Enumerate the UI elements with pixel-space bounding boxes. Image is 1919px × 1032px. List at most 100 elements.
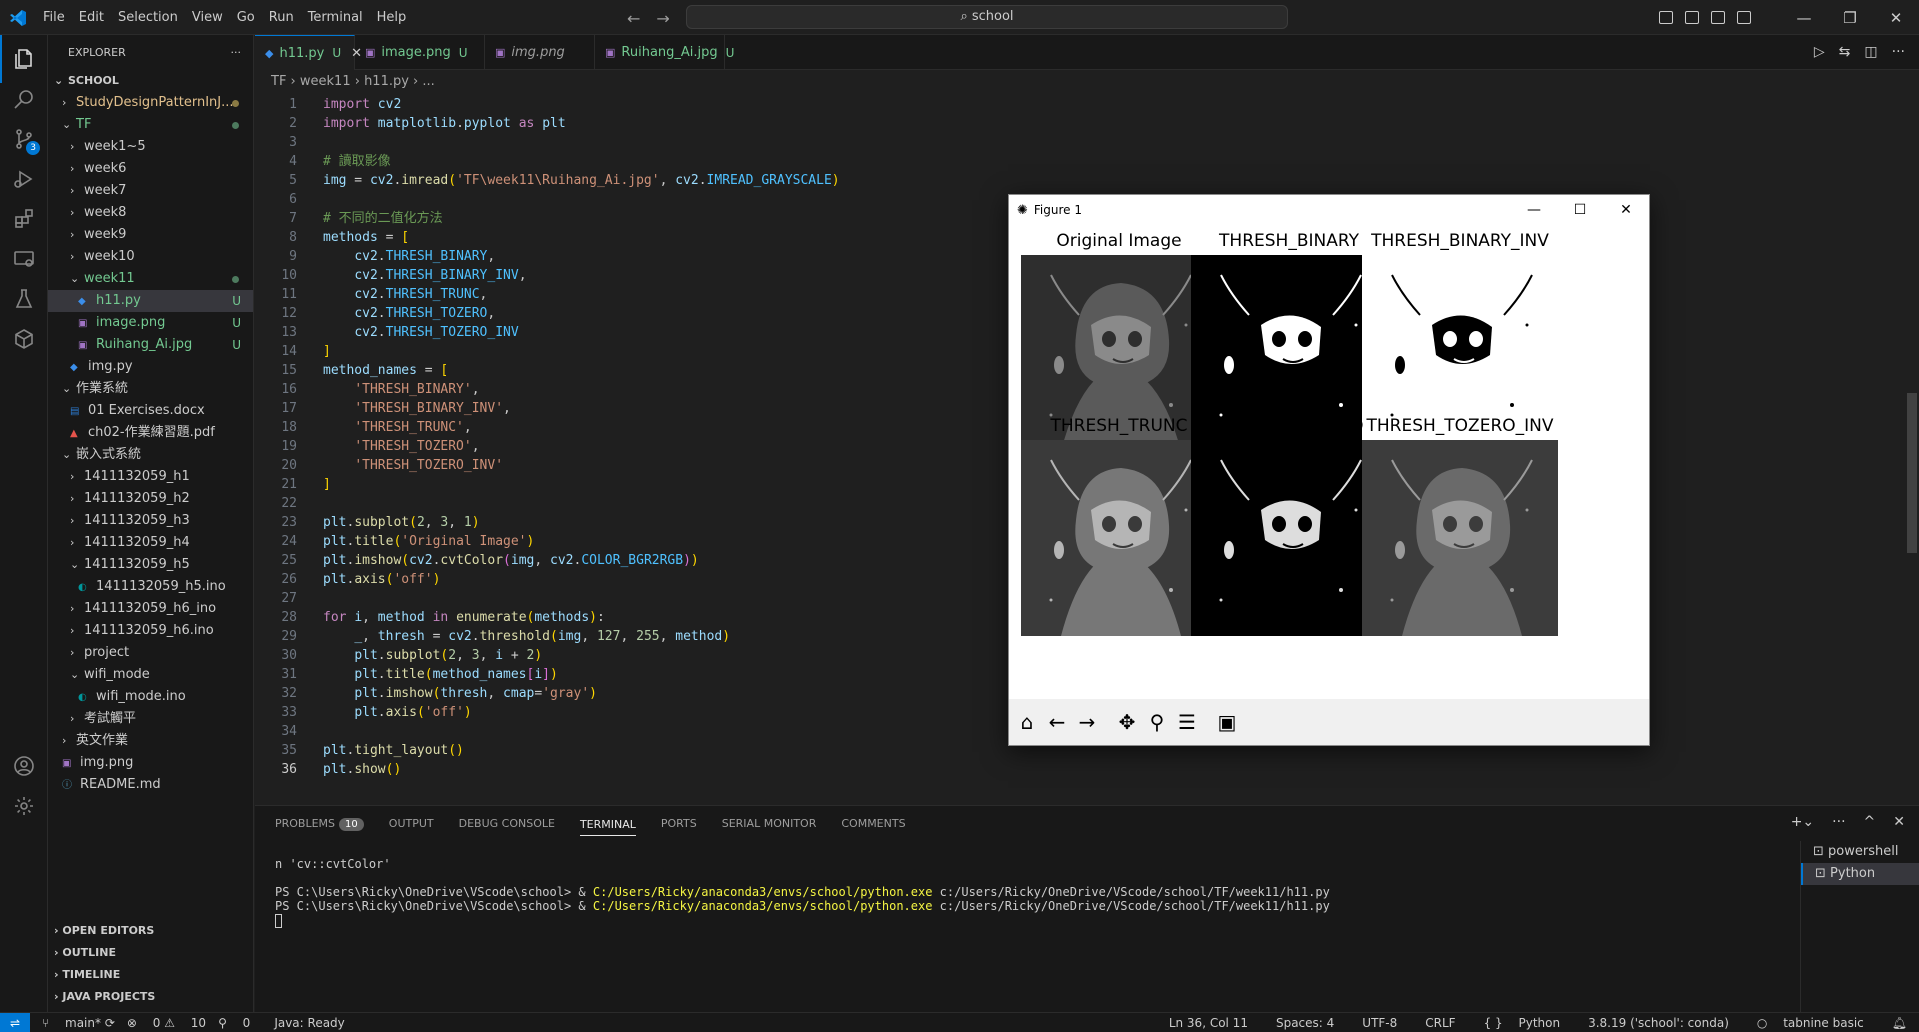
file-item[interactable]: ◐ wifi_mode.ino [48,686,253,708]
sidebar-section[interactable]: › OUTLINE [48,942,254,964]
code-line[interactable]: # 不同的二值化方法 [323,209,443,228]
menu-item-edit[interactable]: Edit [72,0,111,35]
terminal-output[interactable]: n 'cv::cvtColor' PS C:\Users\Ricky\OneDri… [275,856,1330,928]
workspace-root[interactable]: ⌄ SCHOOL [48,70,253,92]
maximize-panel-icon[interactable]: ^ [1864,814,1876,830]
editor-tab[interactable]: ▣ Ruihang_Ai.jpg U [595,35,734,70]
toggle-sidebar-icon[interactable] [1659,11,1673,24]
file-item[interactable]: ◆ h11.py U [48,290,253,312]
code-line[interactable]: plt.show() [323,760,401,779]
file-item[interactable]: ▤ 01 Exercises.docx [48,400,253,422]
code-line[interactable]: ] [323,475,331,494]
code-line[interactable]: plt.axis('off') [323,703,471,722]
back-icon[interactable]: ← [1045,710,1069,734]
folder-item[interactable]: ⌄ week11 [48,268,253,290]
split-editor-icon[interactable]: ◫ [1864,44,1877,60]
code-line[interactable]: plt.axis('off') [323,570,440,589]
toggle-panel-icon[interactable] [1685,11,1699,24]
terminal-instance[interactable]: ⊡ Python [1801,863,1919,885]
code-line[interactable]: 'THRESH_BINARY_INV', [323,399,511,418]
notifications-icon[interactable]: 🔔︎ [1892,1016,1907,1030]
folder-item[interactable]: › 1411132059_h4 [48,532,253,554]
panel-tab-serial-monitor[interactable]: SERIAL MONITOR [722,817,817,830]
folder-item[interactable]: › 1411132059_h6_ino [48,598,253,620]
cursor-position[interactable]: Ln 36, Col 11 [1169,1016,1248,1030]
editor-tab[interactable]: ▣ image.png U [355,35,485,70]
eol-status[interactable]: CRLF [1425,1016,1455,1030]
code-line[interactable]: import cv2 [323,95,401,114]
code-line[interactable]: 'THRESH_TOZERO', [323,437,479,456]
more-actions-icon[interactable]: ··· [231,46,242,59]
code-line[interactable]: 'THRESH_TRUNC', [323,418,471,437]
panel-tab-output[interactable]: OUTPUT [389,817,434,830]
menu-item-help[interactable]: Help [370,0,414,35]
language-status[interactable]: { } Python [1484,1016,1561,1030]
sidebar-section[interactable]: › JAVA PROJECTS [48,986,254,1008]
folder-item[interactable]: ⌄ 1411132059_h5 [48,554,253,576]
code-line[interactable]: 'THRESH_TOZERO_INV' [323,456,503,475]
folder-item[interactable]: ⌄ wifi_mode [48,664,253,686]
code-line[interactable]: plt.tight_layout() [323,741,464,760]
minimize-button[interactable]: — [1781,9,1827,27]
folder-item[interactable]: › week7 [48,180,253,202]
compare-icon[interactable]: ⇆ [1839,44,1851,60]
branch-status[interactable]: ⑂ main* ⟳ [42,1016,115,1030]
panel-tab-terminal[interactable]: TERMINAL [579,818,636,836]
figure-canvas[interactable]: Original Image THRESH_BINARY THRESH_BINARY… [1009,225,1649,699]
code-line[interactable]: cv2.THRESH_BINARY, [323,247,495,266]
panel-tab-comments[interactable]: COMMENTS [841,817,905,830]
figure-close-button[interactable]: ✕ [1603,195,1649,225]
sidebar-section[interactable]: › OPEN EDITORS [48,920,254,942]
remote-icon[interactable]: ⇌ [0,1012,30,1032]
code-line[interactable]: plt.imshow(thresh, cmap='gray') [323,684,597,703]
home-icon[interactable]: ⌂ [1015,710,1039,734]
menu-item-selection[interactable]: Selection [111,0,185,35]
run-python-icon[interactable]: ▷ [1814,44,1825,60]
code-line[interactable]: import matplotlib.pyplot as plt [323,114,566,133]
problems-status[interactable]: ⊗ 0 ⚠ 10 [127,1016,206,1030]
forward-icon[interactable]: → [1075,710,1099,734]
file-item[interactable]: ▣ img.png [48,752,253,774]
code-line[interactable]: plt.subplot(2, 3, 1) [323,513,480,532]
command-center-search[interactable]: ⌕ school [686,5,1288,29]
file-item[interactable]: ▲ ch02-作業練習題.pdf [48,422,253,444]
pan-icon[interactable]: ✥ [1115,710,1139,734]
java-status[interactable]: Java: Ready [262,1016,344,1030]
more-icon[interactable]: ··· [1892,44,1905,60]
code-line[interactable]: cv2.THRESH_TOZERO_INV [323,323,518,342]
code-line[interactable]: img = cv2.imread('TF\week11\Ruihang_Ai.j… [323,171,840,190]
file-item[interactable]: ◐ 1411132059_h5.ino [48,576,253,598]
folder-item[interactable]: › week6 [48,158,253,180]
file-item[interactable]: ◆ img.py [48,356,253,378]
indent-status[interactable]: Spaces: 4 [1276,1016,1334,1030]
code-line[interactable]: # 讀取影像 [323,152,391,171]
back-arrow-icon[interactable]: ← [627,9,640,28]
editor-tab[interactable]: ▣ img.png [485,35,595,70]
panel-tab-debug-console[interactable]: DEBUG CONSOLE [459,817,555,830]
encoding-status[interactable]: UTF-8 [1362,1016,1397,1030]
code-line[interactable]: methods = [ [323,228,409,247]
folder-item[interactable]: › week8 [48,202,253,224]
more-icon[interactable]: ··· [1832,814,1845,830]
close-window-button[interactable]: ✕ [1873,9,1919,27]
save-icon[interactable]: ▣ [1215,710,1239,734]
folder-item[interactable]: › week10 [48,246,253,268]
code-line[interactable]: cv2.THRESH_TRUNC, [323,285,487,304]
code-line[interactable]: cv2.THRESH_BINARY_INV, [323,266,526,285]
terminal-instance[interactable]: ⊡ powershell [1801,841,1919,863]
interpreter-status[interactable]: 3.8.19 ('school': conda) [1588,1016,1729,1030]
folder-item[interactable]: › 1411132059_h1 [48,466,253,488]
folder-item[interactable]: › project [48,642,253,664]
code-line[interactable]: plt.title(method_names[i]) [323,665,558,684]
file-item[interactable]: ▣ Ruihang_Ai.jpg U [48,334,253,356]
sidebar-section[interactable]: › TIMELINE [48,964,254,986]
menu-item-terminal[interactable]: Terminal [301,0,370,35]
code-line[interactable]: plt.imshow(cv2.cvtColor(img, cv2.COLOR_B… [323,551,699,570]
forward-arrow-icon[interactable]: → [656,9,669,28]
code-line[interactable]: 'THRESH_BINARY', [323,380,479,399]
close-panel-icon[interactable]: ✕ [1893,814,1905,830]
code-line[interactable]: plt.subplot(2, 3, i + 2) [323,646,542,665]
new-terminal-icon[interactable]: +⌄ [1791,814,1814,830]
panel-tab-problems[interactable]: PROBLEMS 10 [275,817,364,831]
code-line[interactable]: plt.title('Original Image') [323,532,534,551]
